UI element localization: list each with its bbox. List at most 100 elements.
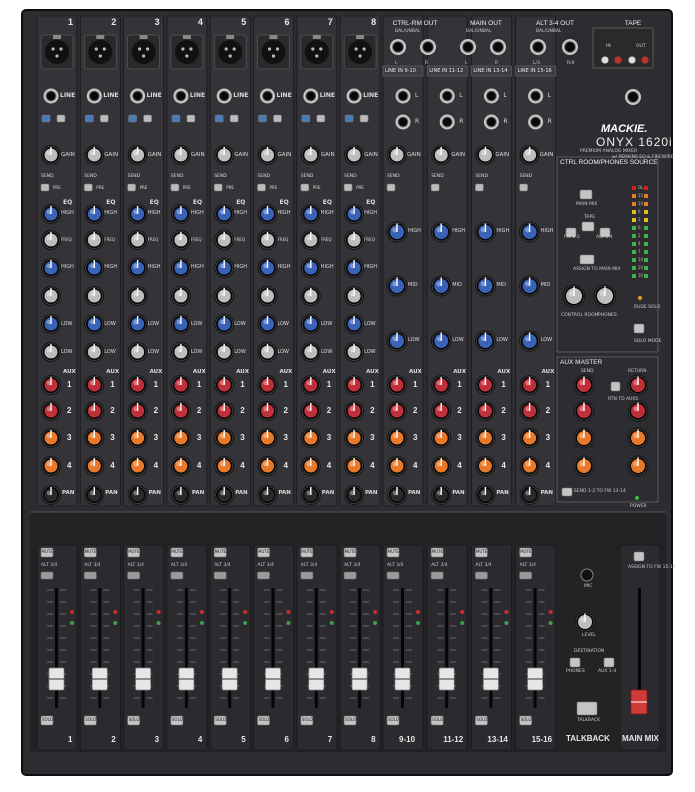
ch-stereo-1-send-button[interactable] <box>386 183 396 192</box>
assign-to-main-button[interactable] <box>579 254 595 265</box>
ch-2-aux2-knob[interactable] <box>84 401 105 421</box>
ch-5-send-button[interactable] <box>213 183 223 192</box>
ch-6-xlr-input[interactable] <box>257 34 290 70</box>
ch-8-pad-button[interactable] <box>359 114 369 123</box>
ch-5-xlr-input[interactable] <box>213 34 247 70</box>
aux-master-return-4-knob[interactable] <box>627 455 649 477</box>
ch-1-xlr-input[interactable] <box>40 34 74 70</box>
ch-7-eq-knob-3[interactable] <box>300 258 321 278</box>
ch-stereo-2-aux3-knob[interactable] <box>431 428 452 448</box>
ch-stereo-3-aux3-knob[interactable] <box>475 428 496 448</box>
ch-5-lowcut-button[interactable] <box>214 114 224 123</box>
ch-stereo-2-input-l[interactable] <box>439 88 455 104</box>
ch-5-aux3-knob[interactable] <box>214 428 235 448</box>
ch-1-aux3-knob[interactable] <box>41 428 61 448</box>
ch-4-eq-knob-5[interactable] <box>170 314 191 334</box>
phones-output[interactable] <box>625 89 641 105</box>
ch-5-line-input[interactable] <box>216 88 232 104</box>
ch-stereo-3-eq-high-knob[interactable] <box>474 221 496 243</box>
ch-stereo-4-eq-mid-knob[interactable] <box>519 275 541 297</box>
ch-7-gain-knob[interactable] <box>300 145 321 165</box>
ch-5-eq-knob-4[interactable] <box>214 286 235 306</box>
ch-2-xlr-input[interactable] <box>83 34 117 70</box>
ch-4-aux3-knob[interactable] <box>170 428 191 448</box>
ch-stereo-4-aux2-knob[interactable] <box>519 401 540 421</box>
aux-master-return-1-knob[interactable] <box>627 374 649 396</box>
ch-7-eq-knob-1[interactable] <box>300 204 321 224</box>
ch-6-eq-knob-3[interactable] <box>257 258 278 278</box>
ch-stereo-1-aux3-knob[interactable] <box>387 428 407 448</box>
ch-3-pan-knob[interactable] <box>127 485 148 505</box>
ch-3-aux4-knob[interactable] <box>127 456 148 476</box>
ch-3-eq-knob-1[interactable] <box>127 204 148 224</box>
main-out-r[interactable] <box>490 39 506 55</box>
ch-1-aux4-knob[interactable] <box>41 456 61 476</box>
aux-master-send-4-knob[interactable] <box>573 455 595 477</box>
ctrl-rm-out-r[interactable] <box>420 39 436 55</box>
ch-stereo-3-eq-low-knob[interactable] <box>474 330 496 352</box>
ch-7-eq-knob-2[interactable] <box>300 230 321 250</box>
ch-3-pad-button[interactable] <box>143 114 152 123</box>
ch-2-lowcut-button[interactable] <box>85 114 94 123</box>
ch-2-gain-knob[interactable] <box>84 145 105 165</box>
ch-2-send-button[interactable] <box>84 183 93 192</box>
ch-7-eq-knob-5[interactable] <box>300 314 321 334</box>
ch-6-alt-button[interactable] <box>257 571 270 580</box>
ch-1-aux1-knob[interactable] <box>41 375 61 395</box>
ch-8-send-button[interactable] <box>343 183 353 192</box>
ch-4-aux4-knob[interactable] <box>170 456 191 476</box>
ch-4-gain-knob[interactable] <box>170 145 191 165</box>
ch-4-pan-knob[interactable] <box>170 485 191 505</box>
ch-5-eq-knob-2[interactable] <box>214 230 235 250</box>
ch-stereo-1-input-l[interactable] <box>395 88 411 104</box>
ch-4-xlr-input[interactable] <box>170 34 204 70</box>
ch-stereo-2-gain-knob[interactable] <box>431 145 452 165</box>
ch-5-gain-knob[interactable] <box>214 145 235 165</box>
main-out-l[interactable] <box>460 39 476 55</box>
ch-6-line-input[interactable] <box>260 88 275 104</box>
ch-stereo-4-pan-knob[interactable] <box>519 485 540 505</box>
ch-stereo-1-aux1-knob[interactable] <box>387 375 407 395</box>
ch-6-lowcut-button[interactable] <box>258 114 267 123</box>
ch-4-pad-button[interactable] <box>186 114 196 123</box>
ch-1-eq-knob-4[interactable] <box>41 286 61 306</box>
ch-stereo-2-eq-low-knob[interactable] <box>430 330 452 352</box>
ch-5-eq-knob-1[interactable] <box>214 204 235 224</box>
ch-2-eq-knob-2[interactable] <box>84 230 105 250</box>
ch-stereo-2-send-button[interactable] <box>430 183 440 192</box>
ch-stereo-4-aux1-knob[interactable] <box>519 375 540 395</box>
ch-1-gain-knob[interactable] <box>41 145 61 165</box>
ch-7-xlr-input[interactable] <box>300 34 334 70</box>
ch-stereo-2-pan-knob[interactable] <box>431 485 452 505</box>
ch-8-eq-knob-1[interactable] <box>344 204 365 224</box>
ch-stereo-4-aux4-knob[interactable] <box>519 456 540 476</box>
ch-7-pad-button[interactable] <box>316 114 326 123</box>
tape-source-button[interactable] <box>581 221 595 232</box>
ch-stereo-1-alt-button[interactable] <box>386 571 400 580</box>
ch-stereo-2-aux2-knob[interactable] <box>431 401 452 421</box>
ch-4-send-button[interactable] <box>170 183 180 192</box>
ch-stereo-4-aux3-knob[interactable] <box>519 428 540 448</box>
ch-3-alt-button[interactable] <box>127 571 140 580</box>
ch-stereo-4-gain-knob[interactable] <box>519 145 540 165</box>
ch-1-eq-knob-6[interactable] <box>41 342 61 362</box>
ch-stereo-1-input-r[interactable] <box>395 114 411 130</box>
ch-5-aux4-knob[interactable] <box>214 456 235 476</box>
ch-6-eq-knob-6[interactable] <box>257 342 278 362</box>
ch-5-eq-knob-6[interactable] <box>214 342 235 362</box>
ch-5-aux1-knob[interactable] <box>214 375 235 395</box>
ch-8-eq-knob-4[interactable] <box>344 286 365 306</box>
ch-stereo-2-alt-button[interactable] <box>430 571 444 580</box>
ch-2-pan-knob[interactable] <box>84 485 105 505</box>
ch-8-xlr-input[interactable] <box>343 34 377 70</box>
alt-out-r4[interactable] <box>562 39 578 55</box>
ch-6-aux1-knob[interactable] <box>257 375 278 395</box>
ch-2-aux4-knob[interactable] <box>84 456 105 476</box>
control-room-knob[interactable] <box>562 284 586 308</box>
ch-8-pan-knob[interactable] <box>344 485 365 505</box>
ch-stereo-2-eq-high-knob[interactable] <box>430 221 452 243</box>
ch-2-eq-knob-5[interactable] <box>84 314 105 334</box>
ch-8-aux3-knob[interactable] <box>344 428 365 448</box>
assign-fw-button[interactable] <box>633 551 645 562</box>
ch-5-pan-knob[interactable] <box>214 485 235 505</box>
